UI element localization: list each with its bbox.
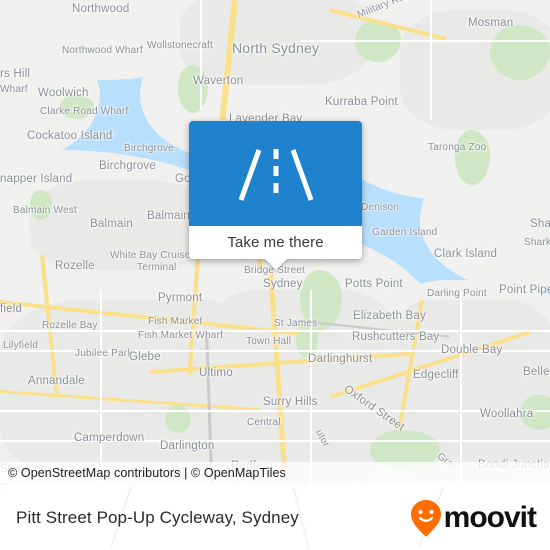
road-line: [0, 350, 550, 352]
urban-area: [30, 180, 210, 270]
moovit-wordmark: moovit: [443, 500, 537, 534]
page-footer: Pitt Street Pop-Up Cycleway, Sydney moov…: [0, 485, 550, 550]
road-line: [0, 410, 550, 412]
moovit-pin-smiley-icon: [410, 499, 441, 536]
moovit-map-page: Northwood Northwood Wharf Wollstonecraft No…: [0, 0, 550, 550]
take-me-there-button[interactable]: Take me there: [189, 226, 362, 259]
road-icon: [238, 148, 313, 201]
take-me-there-label: Take me there: [227, 234, 324, 251]
page-title: Pitt Street Pop-Up Cycleway, Sydney: [16, 507, 299, 527]
road-line: [310, 290, 312, 485]
map-attribution: © OpenStreetMap contributors | © OpenMap…: [0, 462, 550, 485]
road-line: [430, 0, 432, 120]
road-line: [0, 440, 550, 442]
moovit-logo[interactable]: moovit: [410, 499, 537, 537]
popup-header: [189, 121, 362, 226]
popup-pointer-tail: [263, 258, 288, 270]
road-line: [100, 290, 102, 485]
road-line: [0, 330, 550, 332]
location-popup-card[interactable]: Take me there: [189, 121, 362, 270]
road-line: [200, 0, 202, 110]
road-line: [300, 40, 550, 42]
road-line: [460, 290, 462, 485]
